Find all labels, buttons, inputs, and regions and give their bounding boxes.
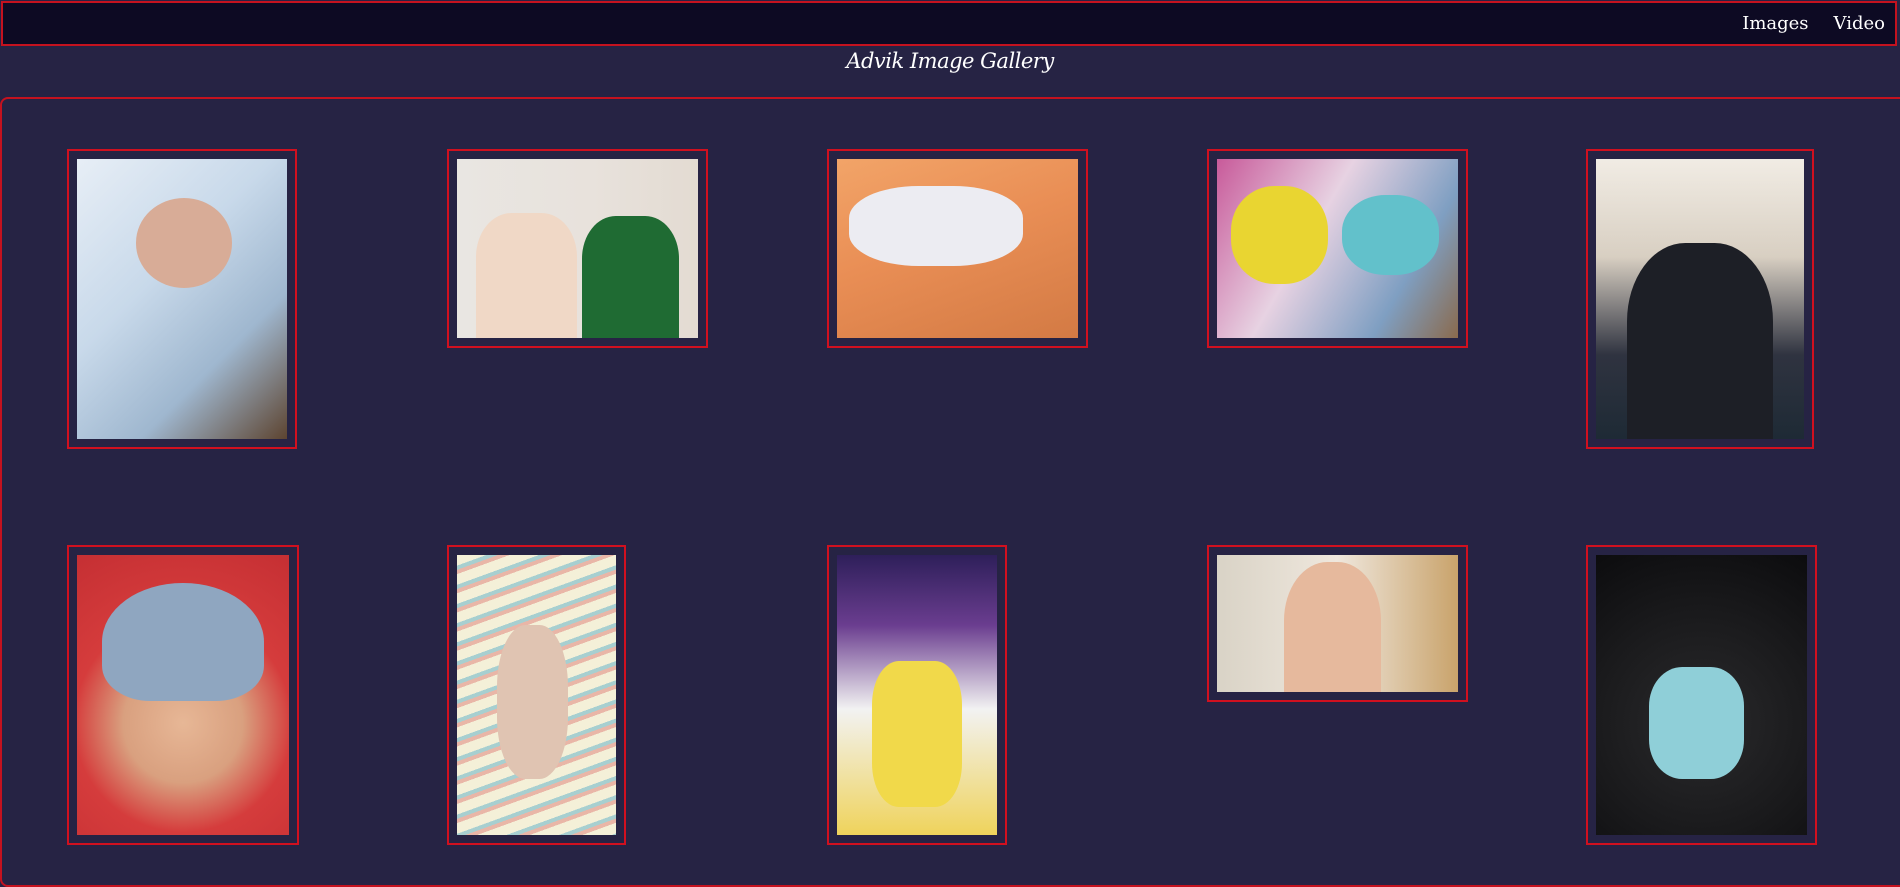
gallery-photo-7[interactable] — [447, 545, 626, 845]
nav-links: Images Video — [1742, 3, 1885, 44]
photo-image — [837, 555, 997, 835]
page-title: Advik Image Gallery — [846, 49, 1054, 73]
gallery-photo-5[interactable] — [1586, 149, 1814, 449]
gallery-photo-1[interactable] — [67, 149, 297, 449]
gallery-photo-4[interactable] — [1207, 149, 1468, 348]
photo-image — [77, 555, 289, 835]
nav-link-images[interactable]: Images — [1742, 13, 1808, 34]
photo-image — [77, 159, 287, 439]
photo-image — [1596, 555, 1807, 835]
gallery-container — [0, 97, 1900, 887]
gallery-photo-10[interactable] — [1586, 545, 1817, 845]
photo-image — [837, 159, 1078, 338]
photo-image — [457, 555, 616, 835]
photo-image — [457, 159, 698, 338]
gallery-photo-9[interactable] — [1207, 545, 1468, 702]
gallery-photo-2[interactable] — [447, 149, 708, 348]
nav-link-video[interactable]: Video — [1834, 13, 1885, 34]
photo-image — [1217, 555, 1458, 692]
photo-image — [1217, 159, 1458, 338]
photo-image — [1596, 159, 1804, 439]
gallery-photo-3[interactable] — [827, 149, 1088, 348]
gallery-photo-8[interactable] — [827, 545, 1007, 845]
gallery-photo-6[interactable] — [67, 545, 299, 845]
navbar: Images Video — [1, 1, 1897, 46]
